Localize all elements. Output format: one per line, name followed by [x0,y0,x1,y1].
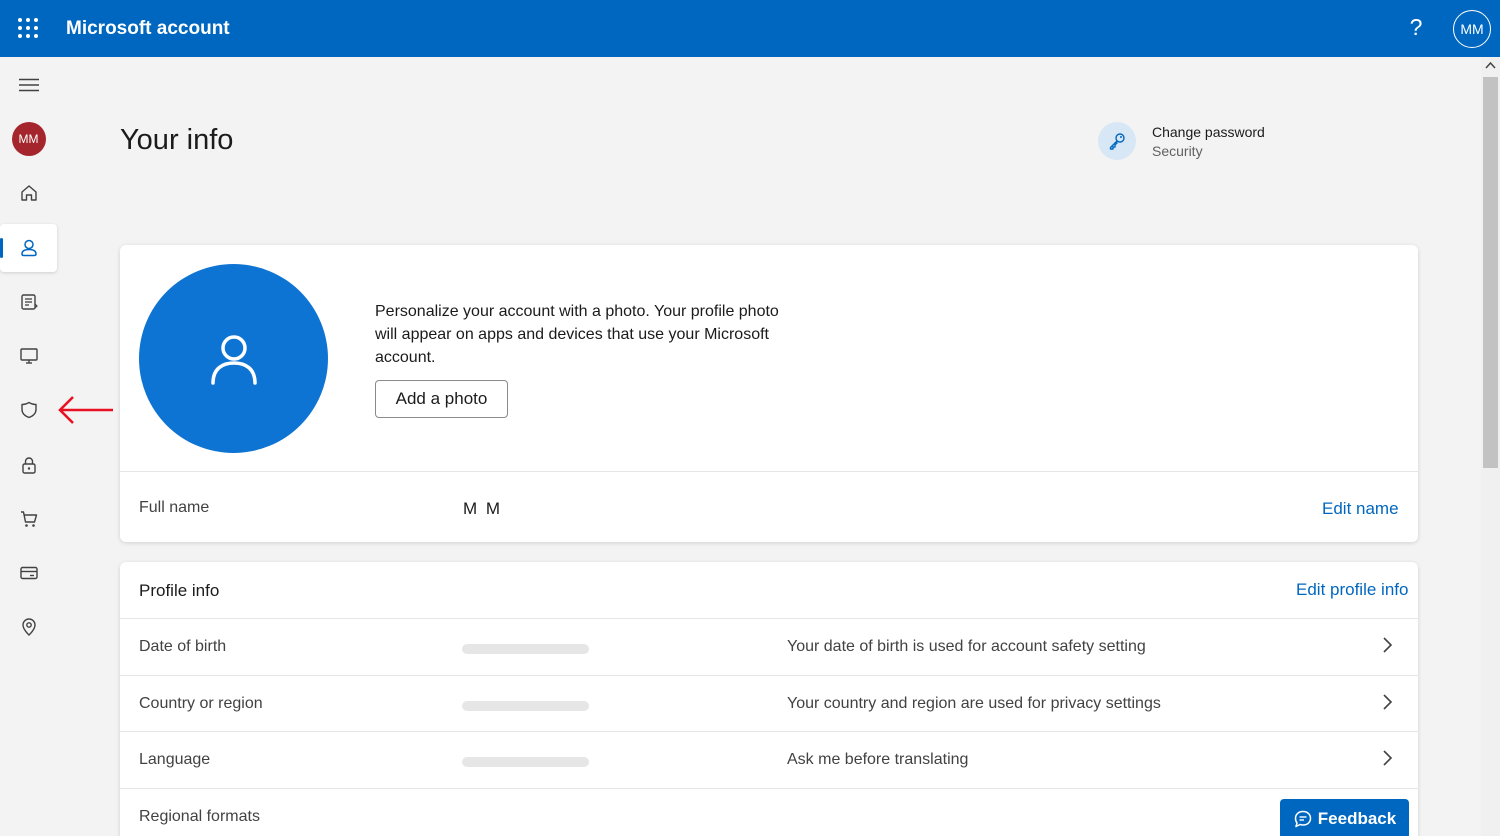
person-icon [210,334,257,385]
sidebar-item-your-info[interactable] [0,224,57,272]
profile-photo-placeholder[interactable] [139,264,328,453]
key-icon [1098,122,1136,160]
row-label: Country or region [139,695,263,712]
top-bar: Microsoft account ? MM [0,0,1500,57]
edit-profile-info-link[interactable]: Edit profile info [1296,580,1408,600]
change-password-link[interactable]: Change password Security [1098,122,1265,160]
feedback-label: Feedback [1317,809,1397,828]
app-title[interactable]: Microsoft account [66,18,230,40]
document-list-icon [20,294,38,310]
full-name-value: M M [463,499,503,518]
row-description: Your country and region are used for pri… [787,695,1161,712]
scrollbar-thumb[interactable] [1483,77,1498,468]
sidebar: MM [0,57,57,836]
sidebar-item-addresses[interactable] [0,603,57,651]
chevron-right-icon [1383,694,1393,710]
cart-icon [20,511,37,527]
account-avatar-button[interactable]: MM [1453,10,1491,48]
location-pin-icon [21,618,36,636]
change-password-label: Change password [1152,123,1265,140]
edit-name-link[interactable]: Edit name [1322,499,1399,519]
red-arrow-icon [56,394,116,426]
divider [120,471,1418,472]
monitor-icon [19,348,38,364]
home-icon [20,185,37,201]
change-password-sublabel: Security [1152,142,1203,159]
row-description: Your date of birth is used for account s… [787,638,1146,655]
chevron-right-icon [1383,637,1393,653]
person-icon [20,239,37,257]
sidebar-item-devices[interactable] [0,332,57,380]
row-label: Regional formats [139,808,260,825]
hamburger-icon [18,78,39,92]
row-label: Language [139,751,211,768]
add-photo-button[interactable]: Add a photo [375,380,508,418]
shield-icon [20,401,37,419]
row-label: Date of birth [139,638,227,655]
sidebar-item-security[interactable] [0,441,57,489]
profile-info-title: Profile info [139,581,220,600]
feedback-button[interactable]: Feedback [1280,799,1409,836]
profile-row-regional-formats[interactable]: Regional formats [120,788,1418,836]
redacted-value [462,644,589,654]
chat-bubble-icon [1294,810,1312,828]
photo-description: Personalize your account with a photo. Y… [375,303,779,366]
vertical-scrollbar[interactable] [1481,57,1500,836]
profile-row-language[interactable]: Language Ask me before translating [120,731,1418,788]
sidebar-avatar[interactable]: MM [0,115,57,163]
profile-info-card: Profile info Edit profile info Date of b… [120,562,1418,836]
profile-row-country[interactable]: Country or region Your country and regio… [120,675,1418,732]
sidebar-item-order-history[interactable] [0,495,57,543]
lock-icon [21,457,36,474]
help-icon[interactable]: ? [1404,14,1428,41]
page-title: Your info [120,124,234,156]
profile-photo-card: Personalize your account with a photo. Y… [120,245,1418,542]
sidebar-item-subscriptions[interactable] [0,278,57,326]
sidebar-item-payment[interactable] [0,549,57,597]
row-description: Ask me before translating [787,751,969,768]
sidebar-item-privacy[interactable] [0,386,57,434]
avatar: MM [11,122,46,156]
sidebar-menu-button[interactable] [0,61,57,109]
card-icon [19,566,38,580]
chevron-right-icon [1383,750,1393,766]
scroll-up-arrow-icon[interactable] [1485,61,1496,69]
full-name-label: Full name [139,499,210,516]
app-launcher-icon[interactable] [17,17,39,39]
redacted-value [462,701,589,711]
profile-row-date-of-birth[interactable]: Date of birth Your date of birth is used… [120,618,1418,675]
sidebar-item-home[interactable] [0,169,57,217]
redacted-value [462,757,589,767]
